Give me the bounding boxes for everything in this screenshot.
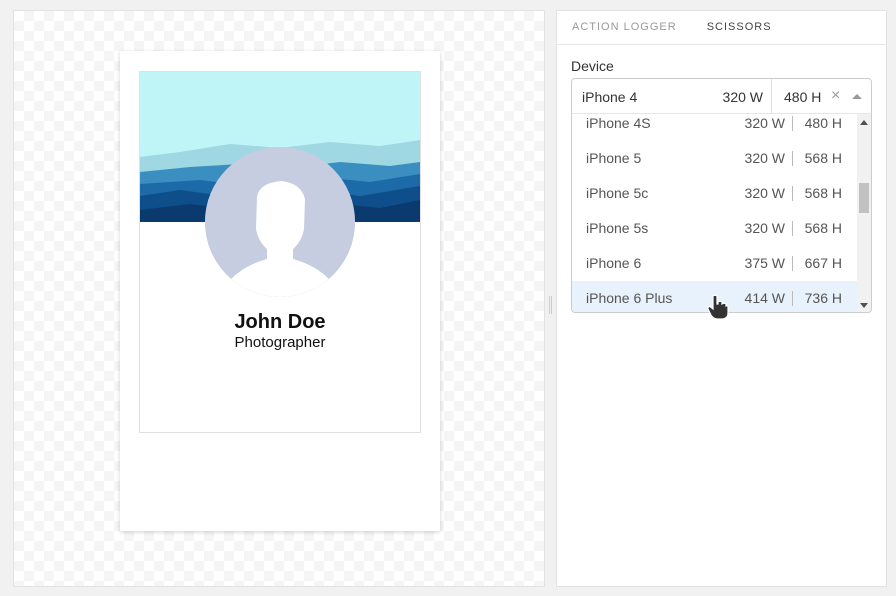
device-dropdown-menu: iPhone 4S 320 W 480 H iPhone 5 320 W 568… [571,113,872,313]
tab-action-logger[interactable]: ACTION LOGGER [572,11,677,44]
option-divider [792,256,793,271]
device-option[interactable]: iPhone 5c 320 W 568 H [572,176,857,211]
option-height: 568 H [804,220,842,236]
profile-card: John Doe Photographer [139,71,421,433]
clear-icon[interactable]: × [831,87,840,105]
option-name: iPhone 5s [586,220,649,236]
option-divider [792,221,793,236]
option-divider [792,151,793,166]
option-width: 320 W [744,150,785,166]
option-name: iPhone 6 [586,255,642,271]
hand-pointer-icon [707,294,729,320]
person-silhouette-icon [205,147,355,297]
option-height: 480 H [804,115,842,131]
device-frame: John Doe Photographer [120,51,440,531]
device-label: Device [571,58,614,74]
option-height: 667 H [804,255,842,271]
option-height: 568 H [804,185,842,201]
selected-device-height: 480 H [784,89,822,105]
option-width: 320 W [744,115,785,131]
option-name: iPhone 6 Plus [586,290,673,306]
scroll-down-icon[interactable] [860,303,868,308]
pane-resize-handle[interactable] [549,296,552,314]
selected-device-width: 320 W [722,89,763,105]
tab-scissors[interactable]: SCISSORS [707,11,772,44]
option-height: 736 H [804,290,842,306]
option-height: 568 H [804,150,842,166]
device-option[interactable]: iPhone 4S 320 W 480 H [572,114,857,141]
dropdown-scrollbar[interactable] [857,114,871,312]
scroll-up-icon[interactable] [860,120,868,125]
option-name: iPhone 4S [586,115,651,131]
device-option[interactable]: iPhone 6 375 W 667 H [572,246,857,281]
option-width: 414 W [744,290,785,306]
option-divider [792,291,793,306]
device-options: iPhone 4S 320 W 480 H iPhone 5 320 W 568… [572,114,857,312]
selected-device-name: iPhone 4 [582,89,638,105]
avatar [205,147,355,297]
addon-tabs: ACTION LOGGER SCISSORS [557,11,886,45]
chevron-up-icon[interactable] [852,94,862,99]
profile-title: Photographer [234,334,326,351]
select-divider [771,79,772,113]
device-option[interactable]: iPhone 5s 320 W 568 H [572,211,857,246]
device-select[interactable]: iPhone 4 320 W 480 H × [571,78,872,114]
option-width: 320 W [744,220,785,236]
option-name: iPhone 5c [586,185,649,201]
preview-pane: John Doe Photographer [13,10,545,587]
profile-name: John Doe [234,311,326,333]
scrollbar-thumb[interactable] [859,183,869,213]
option-width: 320 W [744,185,785,201]
option-divider [792,186,793,201]
option-divider [792,116,793,131]
option-width: 375 W [744,255,785,271]
device-option[interactable]: iPhone 5 320 W 568 H [572,141,857,176]
option-name: iPhone 5 [586,150,642,166]
